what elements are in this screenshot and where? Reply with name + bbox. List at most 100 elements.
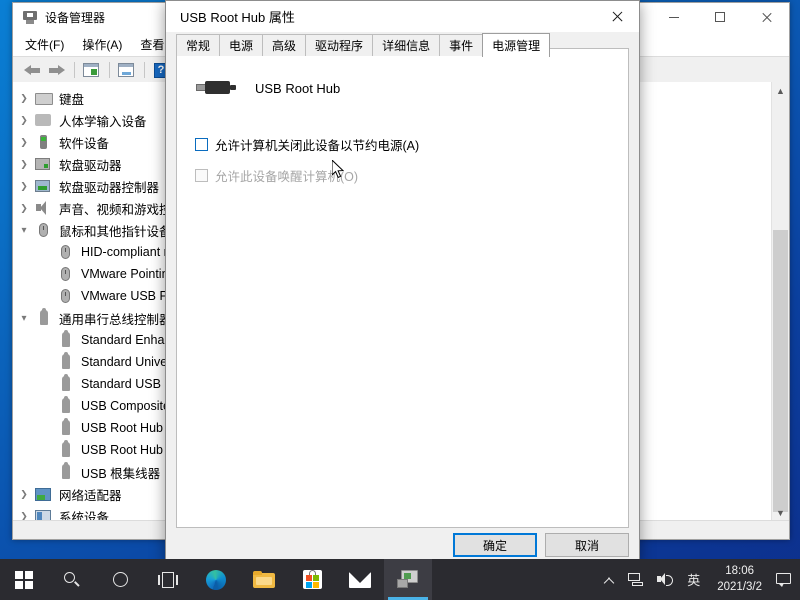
- tab-2[interactable]: 电源: [219, 34, 263, 56]
- search-button[interactable]: [48, 559, 96, 600]
- usb-icon: [35, 310, 53, 326]
- chevron-down-icon[interactable]: [13, 313, 35, 324]
- close-button[interactable]: [743, 3, 789, 31]
- device-manager-button[interactable]: [384, 559, 432, 600]
- network-button[interactable]: [621, 559, 650, 600]
- tree-scrollbar[interactable]: ▲ ▼: [771, 82, 789, 521]
- allow-wake-checkbox: [195, 169, 208, 182]
- mail-button[interactable]: [336, 559, 384, 600]
- dialog-titlebar: USB Root Hub 属性: [166, 1, 639, 32]
- device-manager-icon: [397, 570, 419, 589]
- tab-5[interactable]: 详细信息: [372, 34, 440, 56]
- allow-power-off-checkbox[interactable]: [195, 138, 208, 151]
- scrollbar-thumb[interactable]: [773, 230, 788, 512]
- floppy-controller-icon: [35, 178, 53, 194]
- tab-6[interactable]: 事件: [439, 34, 483, 56]
- mouse-icon: [35, 222, 53, 238]
- chevron-right-icon[interactable]: [13, 93, 35, 104]
- tray-overflow-button[interactable]: [595, 559, 621, 600]
- show-hidden-window-icon[interactable]: [115, 60, 137, 80]
- tree-item-label: 软盘驱动器控制器: [59, 177, 159, 196]
- chevron-down-icon[interactable]: [13, 225, 35, 236]
- chevron-right-icon[interactable]: [13, 159, 35, 170]
- chevron-right-icon[interactable]: [13, 137, 35, 148]
- menu-action[interactable]: 操作(A): [82, 36, 122, 53]
- tree-item-label: USB Root Hub: [81, 421, 163, 435]
- folder-icon: [253, 571, 275, 588]
- cancel-button[interactable]: 取消: [545, 533, 629, 557]
- tab-1[interactable]: 常规: [176, 34, 220, 56]
- window-controls: [651, 3, 789, 31]
- properties-window-icon[interactable]: [80, 60, 102, 80]
- chevron-right-icon[interactable]: [13, 115, 35, 126]
- tree-item-label: 通用串行总线控制器: [59, 309, 172, 328]
- forward-arrow-icon[interactable]: [45, 60, 67, 80]
- toolbar-separator: [144, 62, 145, 78]
- clock[interactable]: 18:06 2021/3/2: [707, 559, 772, 600]
- usb-icon: [57, 376, 75, 392]
- chevron-up-icon: [602, 574, 614, 586]
- clock-date: 2021/3/2: [717, 580, 762, 596]
- ime-indicator[interactable]: 英: [680, 559, 707, 600]
- device-name-label: USB Root Hub: [255, 81, 340, 96]
- device-manager-icon: [22, 9, 38, 25]
- checkbox-row-wake: 允许此设备唤醒计算机(O): [195, 166, 628, 185]
- usb-icon: [57, 442, 75, 458]
- mail-icon: [349, 572, 371, 588]
- toolbar-separator: [109, 62, 110, 78]
- minimize-button[interactable]: [651, 3, 697, 31]
- task-view-icon: [158, 572, 178, 588]
- usb-plug-icon: [195, 79, 233, 97]
- volume-button[interactable]: [650, 559, 680, 600]
- allow-power-off-label: 允许计算机关闭此设备以节约电源(A): [215, 135, 419, 154]
- chevron-right-icon[interactable]: [13, 489, 35, 500]
- start-button[interactable]: [0, 559, 48, 600]
- edge-button[interactable]: [192, 559, 240, 600]
- checkbox-row-power-save[interactable]: 允许计算机关闭此设备以节约电源(A): [195, 135, 628, 154]
- volume-icon: [657, 573, 673, 586]
- microsoft-store-button[interactable]: [288, 559, 336, 600]
- maximize-button[interactable]: [697, 3, 743, 31]
- power-management-panel: USB Root Hub 允许计算机关闭此设备以节约电源(A) 允许此设备唤醒计…: [176, 48, 629, 528]
- scroll-up-button[interactable]: ▲: [772, 82, 789, 99]
- edge-icon: [206, 570, 226, 590]
- chevron-right-icon[interactable]: [13, 203, 35, 214]
- tree-item-label: USB Root Hub: [81, 443, 163, 457]
- tab-7[interactable]: 电源管理: [482, 33, 550, 57]
- cortana-circle-icon: [113, 572, 128, 587]
- tab-3[interactable]: 高级: [262, 34, 306, 56]
- chevron-right-icon[interactable]: [13, 181, 35, 192]
- tree-item-label: 网络适配器: [59, 485, 122, 504]
- dialog-close-button[interactable]: [594, 1, 639, 32]
- hid-icon: [35, 112, 53, 128]
- keyboard-icon: [35, 90, 53, 106]
- search-icon: [63, 571, 81, 589]
- tree-item-label: 软盘驱动器: [59, 155, 122, 174]
- allow-wake-label: 允许此设备唤醒计算机(O): [215, 166, 358, 185]
- file-explorer-button[interactable]: [240, 559, 288, 600]
- device-header: USB Root Hub: [177, 49, 628, 97]
- tab-strip: 常规电源高级驱动程序详细信息事件电源管理: [166, 32, 639, 56]
- menu-file[interactable]: 文件(F): [25, 36, 64, 53]
- cortana-button[interactable]: [96, 559, 144, 600]
- scroll-down-button[interactable]: ▼: [772, 504, 789, 521]
- device-manager-title: 设备管理器: [45, 9, 105, 26]
- back-arrow-icon[interactable]: [21, 60, 43, 80]
- tree-item-label: 系统设备: [59, 507, 109, 522]
- system-tray: 英 18:06 2021/3/2: [595, 559, 800, 600]
- floppy-drive-icon: [35, 156, 53, 172]
- notification-icon[interactable]: [776, 573, 791, 586]
- taskbar: 英 18:06 2021/3/2: [0, 559, 800, 600]
- mouse-icon: [57, 244, 75, 260]
- store-icon: [303, 570, 322, 589]
- usb-root-hub-properties-dialog: USB Root Hub 属性 常规电源高级驱动程序详细信息事件电源管理 USB…: [165, 0, 640, 562]
- ok-button[interactable]: 确定: [453, 533, 537, 557]
- software-device-icon: [35, 134, 53, 150]
- network-icon: [628, 573, 643, 586]
- tab-4[interactable]: 驱动程序: [305, 34, 373, 56]
- tree-item-label: 人体学输入设备: [59, 111, 147, 130]
- usb-icon: [57, 464, 75, 480]
- windows-logo-icon: [15, 571, 33, 589]
- clock-time: 18:06: [725, 564, 754, 580]
- task-view-button[interactable]: [144, 559, 192, 600]
